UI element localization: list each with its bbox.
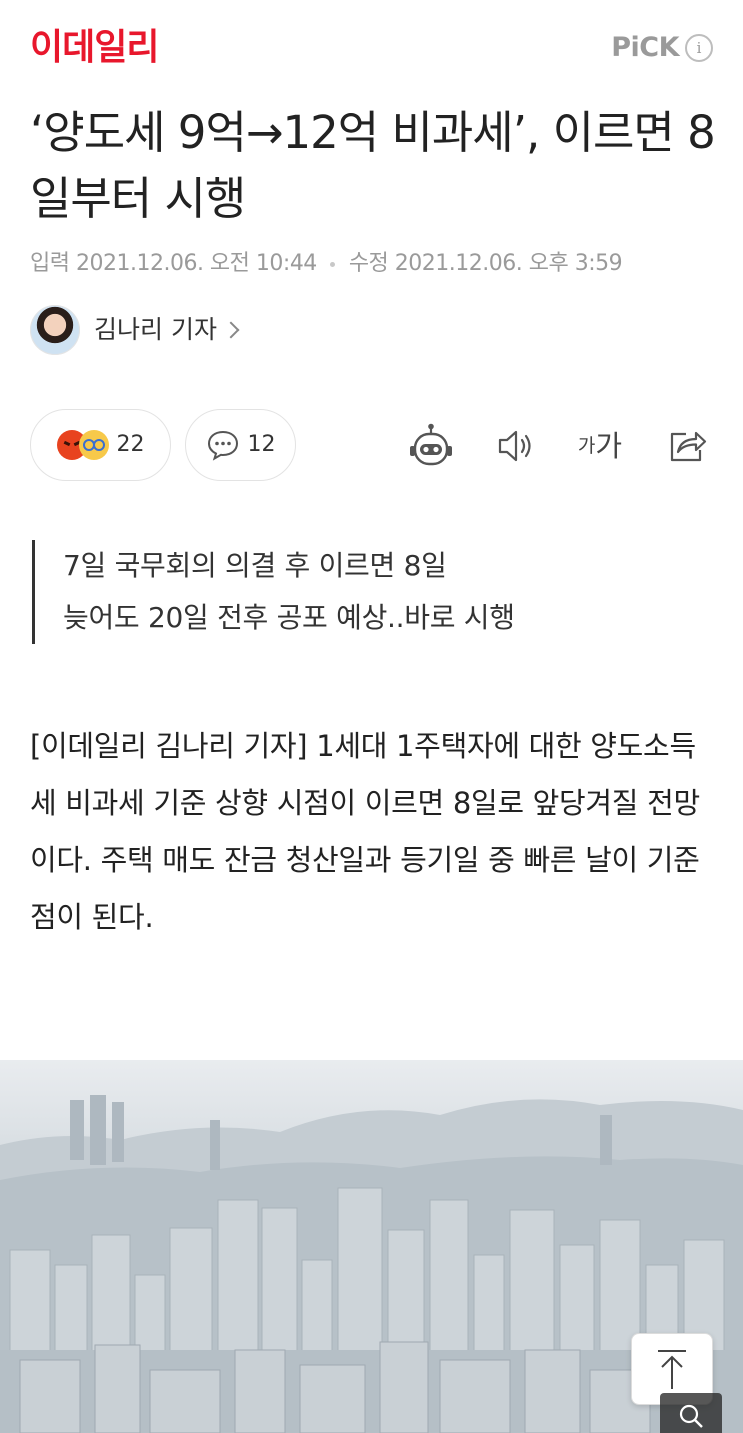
author-byline[interactable]: 김나리 기자 (30, 305, 240, 355)
pick-badge[interactable]: PiCK i (611, 30, 713, 66)
reaction-count: 22 (116, 432, 145, 457)
summary-line: 7일 국무회의 의결 후 이르면 8일 (63, 549, 447, 582)
comment-button[interactable]: 12 (185, 409, 296, 481)
robot-summary-icon (410, 423, 452, 466)
arrow-up-icon (658, 1350, 686, 1389)
summary-line: 늦어도 20일 전후 공포 예상..바로 시행 (63, 601, 515, 634)
zoom-icon (679, 1404, 703, 1428)
author-name: 김나리 기자 (94, 315, 217, 344)
reaction-button[interactable]: 22 (30, 409, 171, 481)
comment-count: 12 (247, 432, 276, 457)
author-avatar (30, 305, 80, 355)
article-body: [이데일리 김나리 기자] 1세대 1주택자에 대한 양도소득세 비과세 기준 … (30, 729, 700, 934)
modified-label: 수정 (348, 251, 389, 276)
share-icon (670, 431, 707, 462)
comment-icon (207, 430, 238, 461)
article-title: ‘양도세 9억→12억 비과세’, 이르면 8일부터 시행 (30, 106, 716, 225)
speaker-icon (498, 430, 531, 462)
modified-datetime: 2021.12.06. 오후 3:59 (394, 251, 623, 276)
pick-label: PiCK (611, 32, 679, 63)
nerd-face-icon (78, 430, 109, 460)
article-summary: 7일 국무회의 의결 후 이르면 8일 늦어도 20일 전후 공포 예상..바로… (32, 540, 515, 644)
info-icon[interactable]: i (685, 34, 713, 62)
input-datetime: 2021.12.06. 오전 10:44 (75, 251, 317, 276)
input-label: 입력 (30, 251, 70, 276)
chevron-right-icon (222, 321, 240, 339)
article-dates: 입력 2021.12.06. 오전 10:44 수정 2021.12.06. 오… (30, 246, 623, 282)
image-zoom-button[interactable] (660, 1393, 722, 1433)
font-size-button[interactable]: 가 가 (572, 420, 628, 472)
summary-bot-button[interactable] (405, 420, 457, 472)
font-size-small-glyph: 가 (577, 435, 596, 457)
share-button[interactable] (664, 420, 710, 472)
header: 이데일리 PiCK i (0, 0, 743, 96)
text-to-speech-button[interactable] (493, 420, 539, 472)
font-size-big-glyph: 가 (595, 429, 623, 463)
separator-dot (330, 261, 336, 267)
site-logo[interactable]: 이데일리 (30, 26, 159, 70)
